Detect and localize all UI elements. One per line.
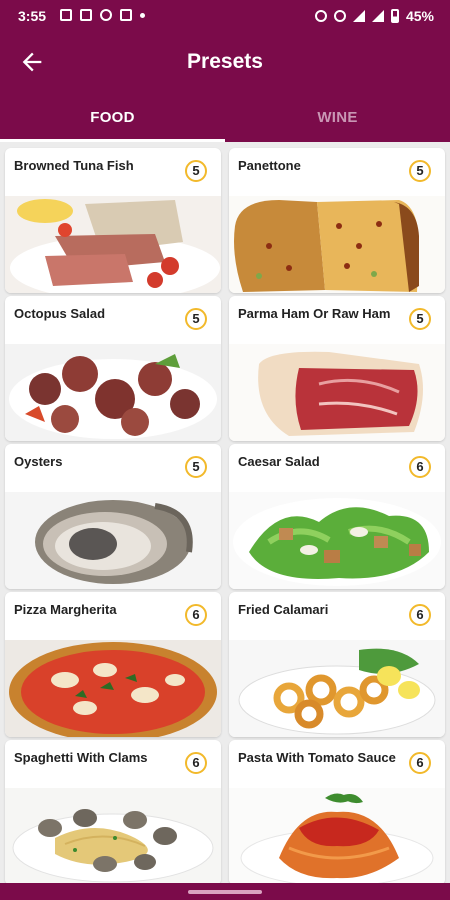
tab-bar: FOOD WINE: [0, 92, 450, 142]
preset-card[interactable]: Parma Ham Or Raw Ham 5: [229, 296, 445, 441]
app-bar: Presets: [0, 32, 450, 92]
preset-name: Caesar Salad: [238, 454, 320, 469]
app-notification-icon: [80, 9, 92, 21]
system-icons: 45%: [314, 8, 434, 24]
preset-card[interactable]: Octopus Salad 5: [5, 296, 221, 441]
preset-card[interactable]: Caesar Salad 6: [229, 444, 445, 589]
more-notifications-icon: [140, 12, 145, 18]
preset-count-badge: 5: [409, 160, 431, 182]
preset-count-badge: 5: [185, 456, 207, 478]
preset-card[interactable]: Oysters 5: [5, 444, 221, 589]
status-bar: 3:55 45%: [0, 0, 450, 32]
preset-name: Fried Calamari: [238, 602, 329, 617]
preset-name: Pizza Margherita: [14, 602, 117, 617]
preset-count-badge: 5: [185, 308, 207, 330]
panettone-photo: [229, 196, 445, 293]
wifi-icon: [352, 10, 365, 22]
navigation-bar: [0, 883, 450, 900]
octopus-salad-photo: [5, 344, 221, 441]
fried-calamari-photo: [229, 640, 445, 737]
preset-count-badge: 5: [185, 160, 207, 182]
battery-percent: 45%: [405, 8, 434, 24]
preset-count-badge: 6: [409, 604, 431, 626]
spaghetti-clams-photo: [5, 788, 221, 885]
preset-count-badge: 5: [409, 308, 431, 330]
preset-grid: Browned Tuna Fish 5 Panettone 5 Octopus …: [5, 148, 447, 885]
preset-count-badge: 6: [409, 456, 431, 478]
status-time: 3:55: [18, 8, 47, 24]
preset-name: Oysters: [14, 454, 63, 469]
battery-icon: [390, 9, 399, 23]
preset-count-badge: 6: [185, 752, 207, 774]
pasta-tomato-photo: [229, 788, 445, 885]
caesar-salad-photo: [229, 492, 445, 589]
preset-card[interactable]: Browned Tuna Fish 5: [5, 148, 221, 293]
preset-card[interactable]: Fried Calamari 6: [229, 592, 445, 737]
image-notification-icon: [60, 9, 72, 21]
page-title: Presets: [187, 50, 263, 73]
preset-card[interactable]: Pizza Margherita 6: [5, 592, 221, 737]
preset-card[interactable]: Pasta With Tomato Sauce 6: [229, 740, 445, 885]
preset-name: Browned Tuna Fish: [14, 158, 134, 173]
preset-card[interactable]: Panettone 5: [229, 148, 445, 293]
signal-icon: [371, 10, 384, 22]
tab-indicator: [0, 139, 225, 142]
data-saver-icon: [333, 10, 346, 22]
notification-icons: [60, 9, 145, 21]
preset-name: Pasta With Tomato Sauce: [238, 750, 396, 765]
telegram-notification-icon: [100, 9, 112, 21]
preset-name: Parma Ham Or Raw Ham: [238, 306, 391, 321]
alarm-icon: [314, 10, 327, 22]
oyster-photo: [5, 492, 221, 589]
preset-count-badge: 6: [185, 604, 207, 626]
preset-name: Panettone: [238, 158, 301, 173]
home-gesture-handle[interactable]: [188, 890, 262, 894]
pizza-margherita-photo: [5, 640, 221, 737]
tab-wine[interactable]: WINE: [225, 92, 450, 142]
mail-notification-icon: [120, 9, 132, 21]
tab-food[interactable]: FOOD: [0, 92, 225, 142]
preset-name: Octopus Salad: [14, 306, 106, 321]
preset-name: Spaghetti With Clams: [14, 750, 148, 765]
preset-card[interactable]: Spaghetti With Clams 6: [5, 740, 221, 885]
parma-ham-photo: [229, 344, 445, 441]
tuna-fish-photo: [5, 196, 221, 293]
preset-count-badge: 6: [409, 752, 431, 774]
